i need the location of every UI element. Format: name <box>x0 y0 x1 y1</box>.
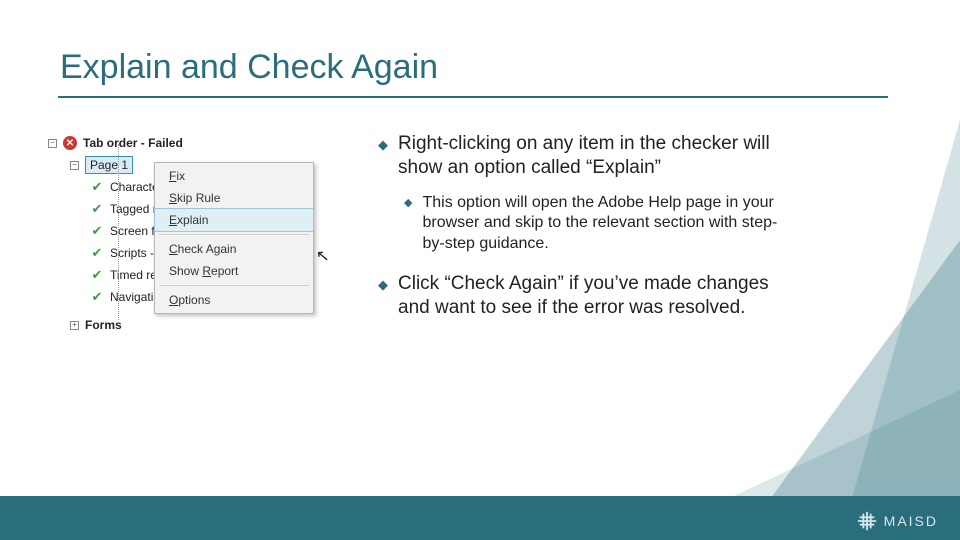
title-underline <box>58 96 888 98</box>
tab-order-failed-label: Tab order - Failed <box>83 136 183 150</box>
bullet-text: Right-clicking on any item in the checke… <box>398 132 778 181</box>
menu-item-check-again[interactable]: Check Again <box>155 238 313 260</box>
bullet-list: ◆ Right-clicking on any item in the chec… <box>378 132 778 333</box>
checker-item: Navigati <box>110 290 153 304</box>
slide-title: Explain and Check Again <box>60 48 438 87</box>
cursor-icon: ↖ <box>315 245 330 266</box>
menu-item-explain[interactable]: Explain <box>154 208 314 232</box>
menu-label: heck Again <box>178 242 237 256</box>
tree-expand-icon: + <box>70 321 79 330</box>
bullet-icon: ◆ <box>378 272 388 321</box>
checker-item: Tagged r <box>110 202 157 216</box>
menu-separator <box>159 285 309 286</box>
tree-collapse-icon: − <box>48 139 57 148</box>
menu-label: ix <box>176 169 185 183</box>
context-menu: Fix Skip Rule Explain Check Again Show R… <box>154 162 314 314</box>
menu-item-show-report[interactable]: Show Report <box>155 260 313 282</box>
check-icon: ✔ <box>90 268 104 282</box>
logo-icon <box>856 510 878 532</box>
bullet-icon: ◆ <box>404 193 412 254</box>
bullet-icon: ◆ <box>378 132 388 181</box>
check-icon: ✔ <box>90 202 104 216</box>
brand-name: MAISD <box>884 513 938 529</box>
menu-separator <box>159 234 309 235</box>
check-icon: ✔ <box>90 246 104 260</box>
menu-label: ptions <box>178 293 210 307</box>
brand-logo: MAISD <box>856 510 938 532</box>
error-icon: ✕ <box>63 136 77 150</box>
menu-item-options[interactable]: Options <box>155 289 313 311</box>
forms-group-label: Forms <box>85 318 122 332</box>
check-icon: ✔ <box>90 224 104 238</box>
footer-band <box>0 496 960 540</box>
page-1-selected: Page 1 <box>85 156 133 174</box>
check-icon: ✔ <box>90 290 104 304</box>
tree-collapse-icon: − <box>70 161 79 170</box>
bullet-text: Click “Check Again” if you’ve made chang… <box>398 272 778 321</box>
menu-item-fix[interactable]: Fix <box>155 165 313 187</box>
menu-label: eport <box>211 264 238 278</box>
menu-item-skip-rule[interactable]: Skip Rule <box>155 187 313 209</box>
menu-label: kip Rule <box>177 191 220 205</box>
menu-label: xplain <box>177 213 208 227</box>
sub-bullet-text: This option will open the Adobe Help pag… <box>422 193 778 254</box>
check-icon: ✔ <box>90 180 104 194</box>
checker-item: Scripts - <box>110 246 154 260</box>
